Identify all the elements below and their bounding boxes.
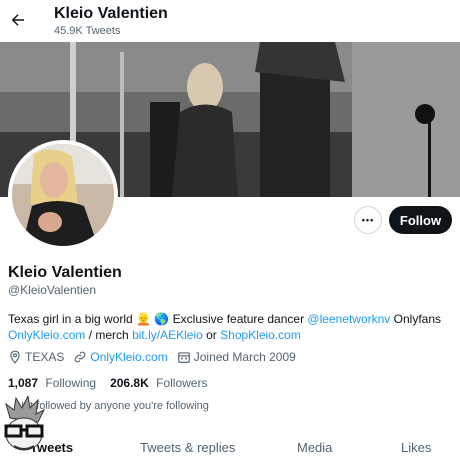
followers-link[interactable]: 206.8K Followers (110, 376, 207, 390)
bio-text: / merch (88, 328, 129, 342)
tab-likes[interactable]: Likes (401, 440, 431, 455)
follow-counts: 1,087 Following 206.8K Followers (8, 376, 221, 390)
profile-tabs: Tweets Tweets & replies Media Likes (0, 432, 460, 460)
profile-title: Kleio Valentien (54, 5, 168, 22)
profile-meta: TEXAS OnlyKleio.com Joined March 2009 (8, 350, 305, 364)
bio-link-bitly[interactable]: bit.ly/AEKleio (132, 328, 203, 342)
mention-link[interactable]: @leenetworknv (307, 312, 390, 326)
more-options-button[interactable]: ••• (354, 206, 382, 234)
bio-text: Exclusive feature dancer (172, 312, 305, 326)
following-label: Following (45, 376, 97, 390)
globe-emoji-icon: 🌎 (154, 312, 170, 326)
bio-text: Texas girl in a big world (8, 312, 133, 326)
followers-count: 206.8K (110, 376, 149, 390)
link-icon (75, 351, 86, 363)
location-pin-icon (10, 350, 20, 364)
more-icon: ••• (361, 215, 375, 225)
location-item: TEXAS (8, 350, 64, 364)
tab-media[interactable]: Media (297, 440, 332, 455)
watermark-logo (0, 394, 48, 458)
website-item[interactable]: OnlyKleio.com (73, 350, 168, 364)
joined-date: Joined March 2009 (193, 350, 296, 364)
bio-link-onlykleio[interactable]: OnlyKleio.com (8, 328, 85, 342)
tab-tweets-replies[interactable]: Tweets & replies (140, 440, 235, 455)
top-bar: Kleio Valentien 45.9K Tweets (0, 0, 460, 42)
followers-label: Followers (156, 376, 208, 390)
following-link[interactable]: 1,087 Following (8, 376, 96, 390)
emoji-icon: 👱 (136, 312, 152, 326)
following-count: 1,087 (8, 376, 39, 390)
bio-link-shopkleio[interactable]: ShopKleio.com (220, 328, 301, 342)
calendar-icon (177, 352, 190, 363)
bio-text: or (206, 328, 217, 342)
tweet-count: 45.9K Tweets (54, 25, 121, 37)
follow-button[interactable]: Follow (389, 206, 452, 234)
arrow-left-icon (11, 14, 24, 26)
user-handle: @KleioValentien (8, 283, 97, 297)
bio-text: Onlyfans (393, 312, 442, 326)
profile-bio: Texas girl in a big world 👱 🌎 Exclusive … (8, 311, 454, 343)
joined-item: Joined March 2009 (177, 350, 296, 364)
website-link[interactable]: OnlyKleio.com (90, 350, 167, 364)
profile-avatar[interactable] (8, 140, 118, 250)
display-name: Kleio Valentien (8, 264, 122, 281)
back-button[interactable] (6, 6, 30, 34)
location-text: TEXAS (25, 350, 65, 364)
